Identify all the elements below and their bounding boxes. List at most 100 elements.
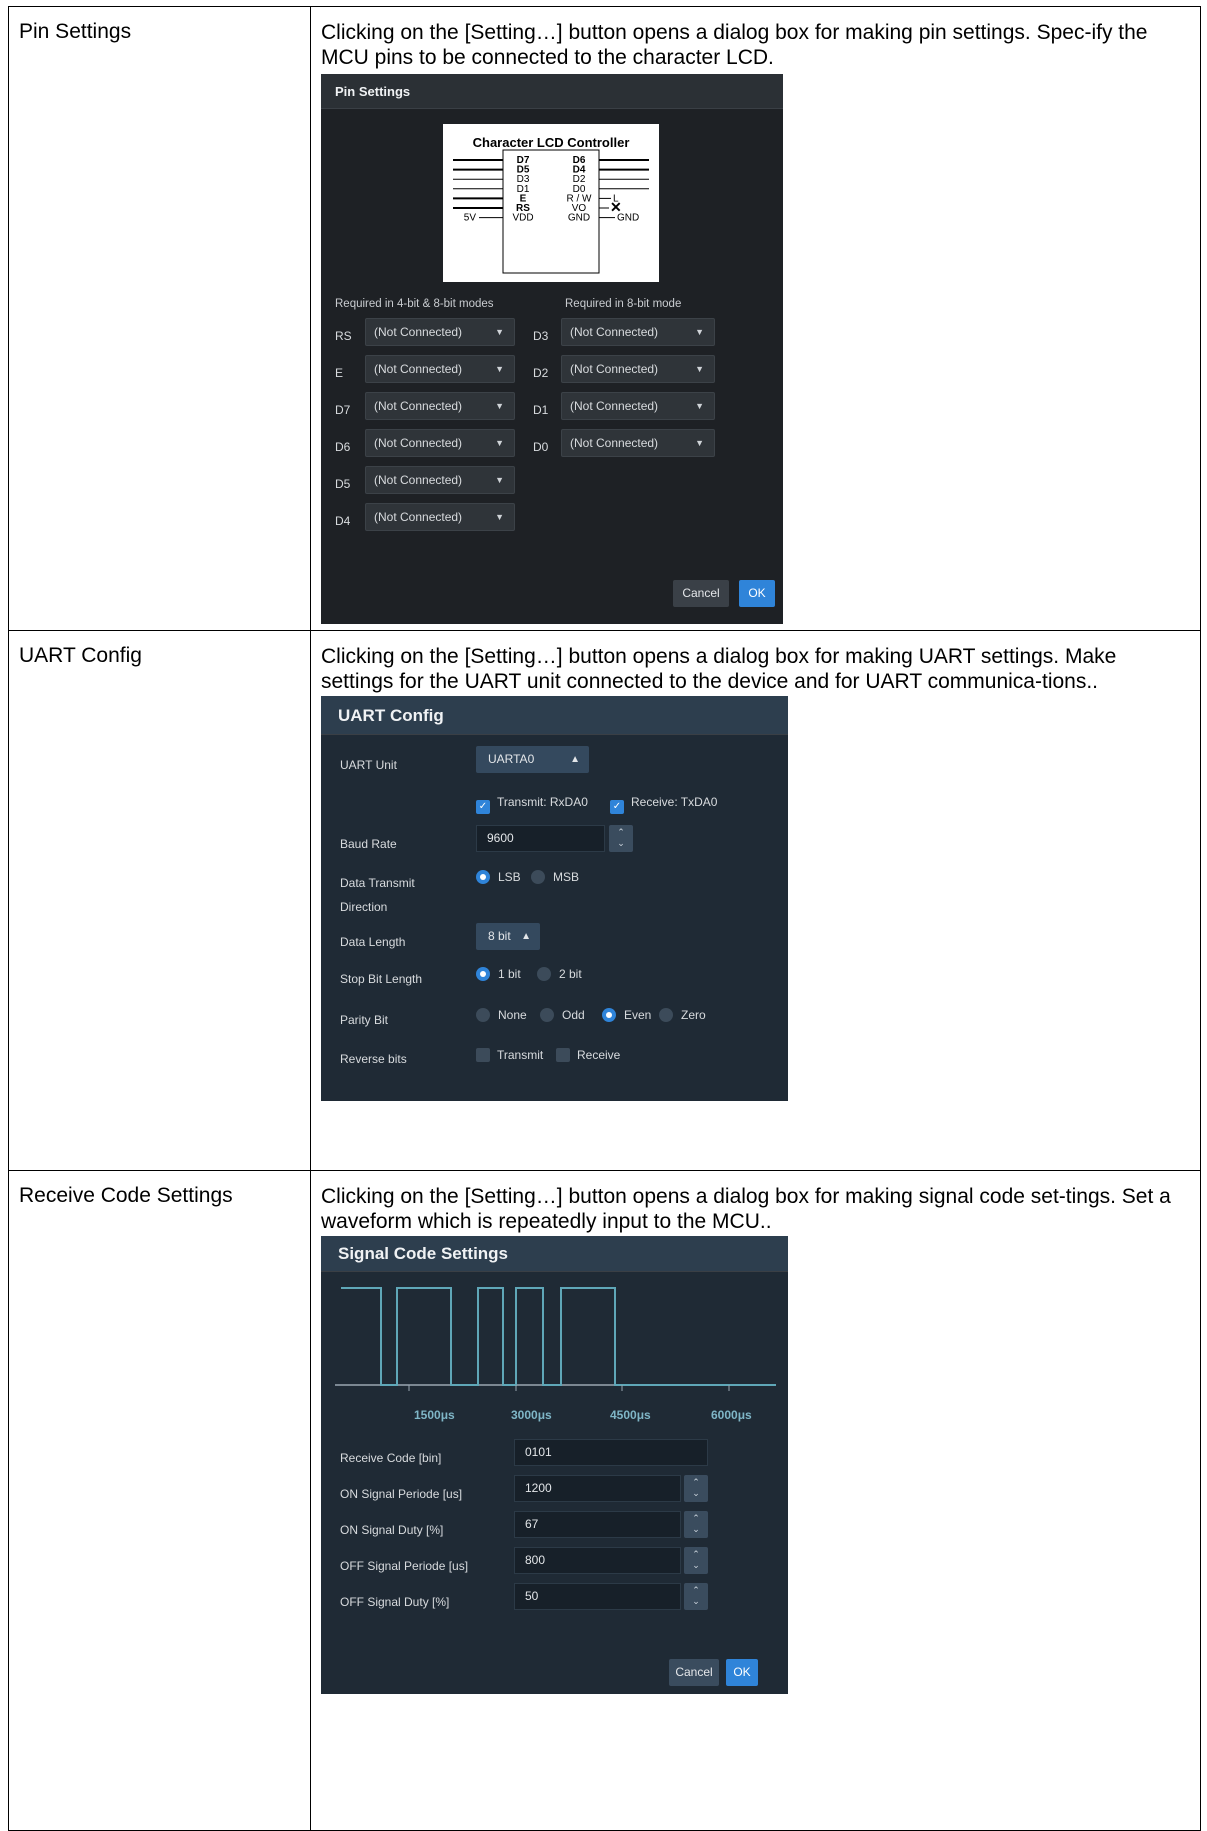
pin-label: D6 [335, 440, 351, 454]
lcd-pin-left: VDD [512, 213, 533, 224]
transmit-checkbox[interactable]: ✓ Transmit: RxDA0 [476, 794, 588, 814]
checkbox-icon [476, 1048, 490, 1062]
uart-config-dialog: UART Config UART Unit UARTA0 ▲︎ ✓ Transmit… [321, 696, 788, 1101]
dialog-title: Signal Code Settings [321, 1236, 788, 1272]
spinner-updown[interactable]: ⌃ ⌄ [684, 1583, 708, 1610]
signal-field-input[interactable]: 800 [514, 1547, 681, 1574]
transmit-check-label: Transmit: RxDA0 [497, 795, 588, 809]
pin-select[interactable]: (Not Connected) ▼ [365, 503, 515, 531]
radio-icon [476, 967, 490, 981]
lsb-label: LSB [498, 870, 521, 884]
pin-label: D0 [533, 440, 549, 454]
row-label: Pin Settings [8, 6, 311, 631]
radio-icon [540, 1008, 554, 1022]
pin-label: D3 [533, 329, 549, 343]
spinner-updown[interactable]: ⌃ ⌄ [684, 1511, 708, 1538]
pin-label: E [335, 366, 344, 380]
signal-field-input[interactable]: 67 [514, 1511, 681, 1538]
signal-field-label: OFF Signal Duty [%] [340, 1595, 450, 1609]
cancel-button[interactable]: Cancel [669, 1659, 719, 1686]
ok-button[interactable]: OK [726, 1659, 758, 1686]
baud-rate-input[interactable]: 9600 [476, 825, 605, 852]
table-row-uart: UART Config Clicking on the [Setting…] b… [8, 630, 1201, 1171]
caret-down-icon: ▼ [695, 364, 704, 374]
caret-down-icon: ▼ [495, 438, 504, 448]
ok-button[interactable]: OK [739, 580, 775, 607]
pin-select[interactable]: (Not Connected) ▼ [561, 429, 715, 457]
signal-field-input[interactable]: 1200 [514, 1475, 681, 1502]
pin-select[interactable]: (Not Connected) ▼ [561, 355, 715, 383]
check-icon: ✓ [476, 800, 490, 814]
parity-label: Parity Bit [340, 1013, 389, 1027]
signal-code-dialog: Signal Code Settings 1500μs 3000μs 4500μ… [321, 1236, 788, 1694]
reverse-receive-checkbox[interactable]: Receive [556, 1047, 620, 1063]
caret-down-icon: ▼ [695, 438, 704, 448]
stop-2bit-label: 2 bit [559, 967, 582, 981]
pin-select-value: (Not Connected) [374, 473, 463, 487]
left-column-header: Required in 4-bit & 8-bit modes [335, 298, 494, 310]
row-description: Clicking on the [Setting…] button opens … [321, 1185, 1171, 1233]
caret-down-icon: ▼ [495, 364, 504, 374]
checkbox-icon [556, 1048, 570, 1062]
row-label: Receive Code Settings [8, 1170, 311, 1831]
lsb-radio[interactable]: LSB [476, 869, 521, 885]
tick-6000: 6000μs [711, 1408, 752, 1422]
spinner-updown[interactable]: ⌃ ⌄ [684, 1547, 708, 1574]
signal-field-label: Receive Code [bin] [340, 1451, 442, 1465]
receive-checkbox[interactable]: ✓ Receive: TxDA0 [610, 794, 717, 814]
dialog-title: Pin Settings [321, 74, 783, 109]
stop-1bit-radio[interactable]: 1 bit [476, 966, 521, 982]
parity-none-label: None [498, 1008, 527, 1022]
parity-none-radio[interactable]: None [476, 1007, 527, 1023]
caret-down-icon: ▼ [495, 512, 504, 522]
parity-odd-radio[interactable]: Odd [540, 1007, 585, 1023]
waveform-chart [335, 1287, 776, 1391]
spinner-updown[interactable]: ⌃ ⌄ [684, 1475, 708, 1502]
msb-label: MSB [553, 870, 580, 884]
msb-radio[interactable]: MSB [531, 869, 579, 885]
stop-1bit-label: 1 bit [498, 967, 521, 981]
gnd-label: GND [617, 213, 639, 224]
pin-select[interactable]: (Not Connected) ▼ [365, 355, 515, 383]
parity-zero-radio[interactable]: Zero [659, 1007, 706, 1023]
uart-unit-select[interactable]: UARTA0 ▲︎ [476, 746, 589, 773]
pin-select-value: (Not Connected) [374, 436, 463, 450]
stop-2bit-radio[interactable]: 2 bit [537, 966, 582, 982]
pin-select[interactable]: (Not Connected) ▼ [561, 392, 715, 420]
signal-field-input[interactable]: 0101 [514, 1439, 708, 1466]
reverse-receive-label: Receive [577, 1048, 621, 1062]
tick-1500: 1500μs [414, 1408, 455, 1422]
row-description-cell: Clicking on the [Setting…] button opens … [310, 1170, 1201, 1831]
pin-select[interactable]: (Not Connected) ▼ [365, 466, 515, 494]
baud-rate-spinner[interactable]: ⌃ ⌄ [609, 825, 633, 852]
row-description: Clicking on the [Setting…] button opens … [321, 21, 1148, 69]
cancel-button[interactable]: Cancel [673, 580, 729, 607]
uart-unit-value: UARTA0 [488, 752, 535, 766]
signal-field-label: ON Signal Periode [us] [340, 1487, 463, 1501]
reverse-transmit-checkbox[interactable]: Transmit [476, 1047, 543, 1063]
data-length-value: 8 bit [488, 929, 511, 943]
pin-select-value: (Not Connected) [570, 399, 659, 413]
caret-down-icon: ▼ [495, 475, 504, 485]
pin-select[interactable]: (Not Connected) ▼ [365, 392, 515, 420]
pin-label: D7 [335, 403, 351, 417]
receive-check-label: Receive: TxDA0 [631, 795, 718, 809]
baud-rate-label: Baud Rate [340, 837, 397, 851]
signal-field-input[interactable]: 50 [514, 1583, 681, 1610]
pin-select[interactable]: (Not Connected) ▼ [561, 318, 715, 346]
tick-3000: 3000μs [511, 1408, 552, 1422]
data-length-select[interactable]: 8 bit ▲︎ [476, 923, 540, 950]
row-label: UART Config [8, 630, 311, 1171]
settings-table: Pin Settings Clicking on the [Setting…] … [8, 6, 1201, 1831]
pin-select[interactable]: (Not Connected) ▼ [365, 318, 515, 346]
check-icon: ✓ [610, 800, 624, 814]
pin-select[interactable]: (Not Connected) ▼ [365, 429, 515, 457]
row-description-cell: Clicking on the [Setting…] button opens … [310, 6, 1201, 631]
pin-label: D2 [533, 366, 549, 380]
parity-even-radio[interactable]: Even [602, 1007, 651, 1023]
reverse-bits-label: Reverse bits [340, 1052, 407, 1066]
signal-field-label: ON Signal Duty [%] [340, 1523, 444, 1537]
pin-select-value: (Not Connected) [374, 399, 463, 413]
table-row-pin: Pin Settings Clicking on the [Setting…] … [8, 6, 1201, 631]
caret-down-icon: ▼ [695, 327, 704, 337]
